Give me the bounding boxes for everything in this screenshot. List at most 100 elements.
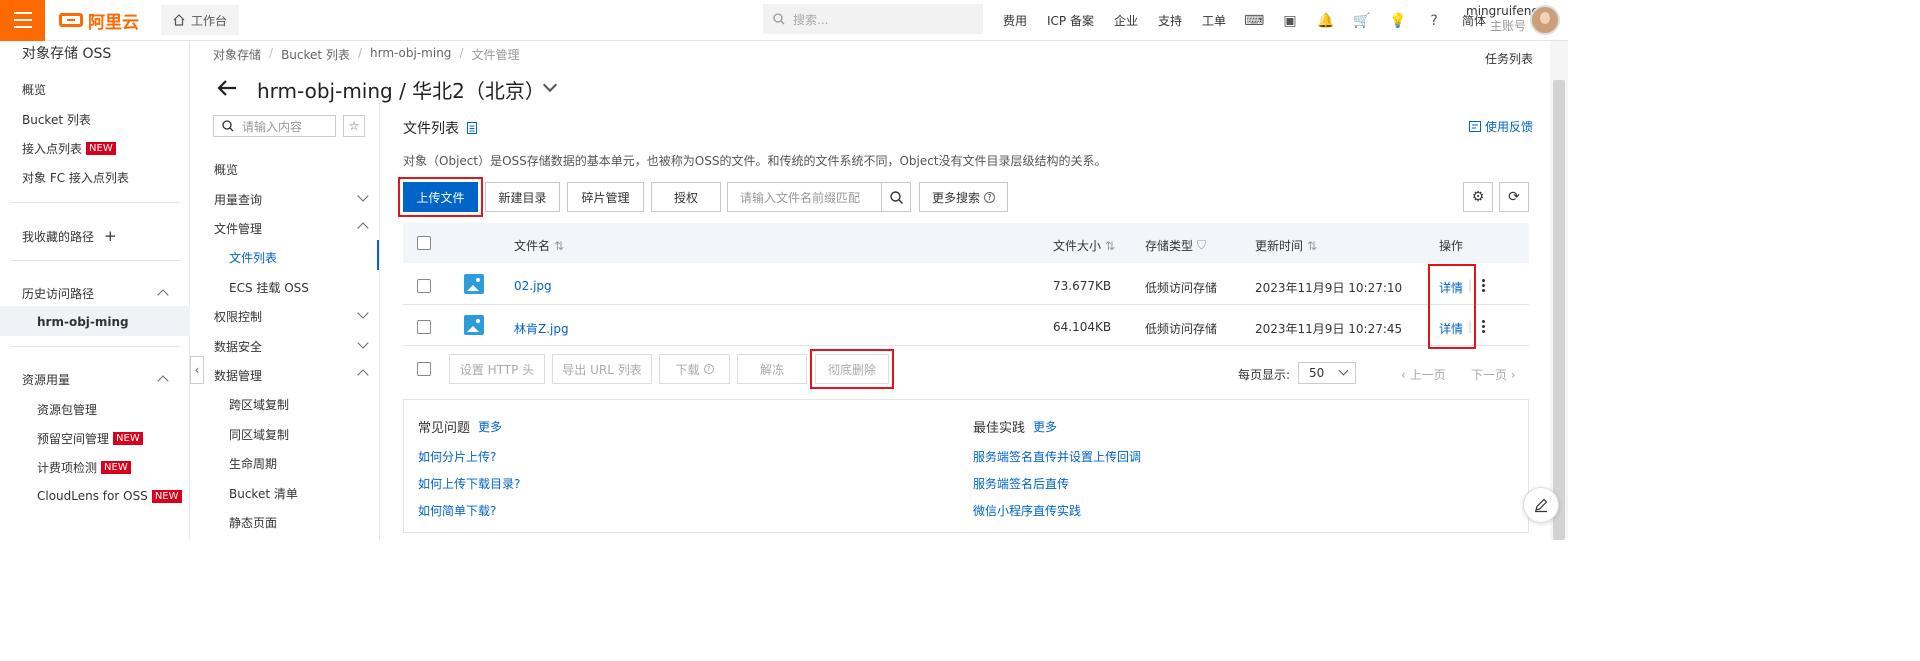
scrollbar-thumb[interactable] <box>1553 80 1565 540</box>
chevron-down-icon[interactable] <box>357 307 369 319</box>
file-name-link[interactable]: 林肯Z.jpg <box>514 320 569 337</box>
breadcrumb-item[interactable]: hrm-obj-ming <box>370 46 451 63</box>
sidebar-item-fc-access-points[interactable]: 对象 FC 接入点列表 <box>22 169 129 186</box>
sidebar-item-reserved-space[interactable]: 预留空间管理 NEW <box>37 430 143 447</box>
sidebar-item-overview[interactable]: 概览 <box>22 81 46 98</box>
refresh-button[interactable]: ⟳ <box>1499 182 1529 212</box>
header-storage[interactable]: 存储类型 ⛉ <box>1145 237 1206 254</box>
next-page-button[interactable]: 下一页 › <box>1471 366 1516 383</box>
sidebar-item-access-points[interactable]: 接入点列表 NEW <box>22 140 116 157</box>
subnav-item-data-mgmt[interactable]: 数据管理 <box>214 367 262 384</box>
nav-support[interactable]: 支持 <box>1158 12 1182 29</box>
collapse-sidebar-button[interactable]: ‹ <box>190 356 204 384</box>
history-section[interactable]: 历史访问路径 <box>22 285 94 302</box>
nav-enterprise[interactable]: 企业 <box>1114 12 1138 29</box>
file-name-link[interactable]: 02.jpg <box>514 279 552 293</box>
subnav-item-usage[interactable]: 用量查询 <box>214 191 262 208</box>
select-all-checkbox[interactable] <box>417 236 431 250</box>
code-icon[interactable]: ⌨ <box>1244 13 1264 29</box>
faq-more-link[interactable]: 更多 <box>478 418 502 435</box>
history-item-hrm-obj-ming[interactable]: hrm-obj-ming <box>37 315 129 329</box>
subnav-search-input[interactable]: 请输入内容 <box>213 115 336 137</box>
best-practice-link[interactable]: 服务端签名后直传 <box>973 475 1069 492</box>
header-size[interactable]: 文件大小 ⇅ <box>1053 237 1115 254</box>
unfreeze-button[interactable]: 解冻 <box>737 354 807 384</box>
chevron-down-icon[interactable] <box>542 77 558 93</box>
breadcrumb-item[interactable]: 对象存储 <box>213 46 261 63</box>
chevron-up-icon[interactable] <box>357 369 369 381</box>
menu-icon[interactable] <box>0 0 45 41</box>
subnav-item-ecs-mount[interactable]: ECS 挂载 OSS <box>229 279 309 296</box>
settings-button[interactable]: ⚙ <box>1463 182 1493 212</box>
header-filename[interactable]: 文件名 ⇅ <box>514 237 564 254</box>
subnav-item-file-mgmt[interactable]: 文件管理 <box>214 220 262 237</box>
bulk-select-checkbox[interactable] <box>417 362 431 376</box>
subnav-item-overview[interactable]: 概览 <box>214 161 238 178</box>
faq-link[interactable]: 如何上传下载目录? <box>418 475 520 492</box>
more-actions-icon[interactable] <box>1482 279 1486 294</box>
upload-file-button[interactable]: 上传文件 <box>403 182 478 212</box>
resources-section[interactable]: 资源用量 <box>22 371 70 388</box>
sidebar-item-resource-packages[interactable]: 资源包管理 <box>37 401 97 418</box>
nav-billing[interactable]: 费用 <box>1003 12 1027 29</box>
export-url-list-button[interactable]: 导出 URL 列表 <box>552 354 652 384</box>
breadcrumb-item[interactable]: Bucket 列表 <box>281 46 350 63</box>
filter-icon[interactable]: ⛉ <box>1197 238 1206 253</box>
subnav-item-cross-region[interactable]: 跨区域复制 <box>229 396 289 413</box>
new-directory-button[interactable]: 新建目录 <box>485 182 560 212</box>
chevron-down-icon[interactable] <box>357 190 369 202</box>
sort-icon[interactable]: ⇅ <box>1307 239 1317 253</box>
fragment-management-button[interactable]: 碎片管理 <box>567 182 644 212</box>
workbench-button[interactable]: 工作台 <box>161 5 240 35</box>
chevron-down-icon[interactable] <box>357 337 369 349</box>
chevron-up-icon[interactable] <box>357 222 369 234</box>
feedback-link[interactable]: 使用反馈 <box>1469 118 1533 135</box>
sidebar-item-billing-check[interactable]: 计费项检测 NEW <box>37 459 131 476</box>
subnav-item-lifecycle[interactable]: 生命周期 <box>229 455 277 472</box>
per-page-select[interactable]: 50 <box>1298 362 1356 384</box>
avatar[interactable] <box>1530 5 1560 35</box>
user-info[interactable]: mingruifeng 主账号 <box>1466 4 1539 34</box>
header-updated[interactable]: 更新时间 ⇅ <box>1255 237 1317 254</box>
faq-link[interactable]: 如何分片上传? <box>418 448 496 465</box>
global-search-input[interactable]: 搜索... <box>763 4 983 34</box>
chevron-up-icon[interactable] <box>157 375 169 387</box>
sidebar-item-cloudlens[interactable]: CloudLens for OSS NEW <box>37 489 182 503</box>
subnav-item-inventory[interactable]: Bucket 清单 <box>229 485 298 502</box>
more-actions-icon[interactable] <box>1482 320 1486 335</box>
plus-icon[interactable]: + <box>104 227 117 245</box>
sort-icon[interactable]: ⇅ <box>554 239 564 253</box>
lightbulb-icon[interactable]: 💡 <box>1389 13 1406 29</box>
subnav-item-file-list[interactable]: 文件列表 <box>229 249 277 266</box>
row-checkbox[interactable] <box>417 320 431 334</box>
cart-icon[interactable]: 🛒 <box>1353 13 1370 29</box>
bell-icon[interactable]: 🔔 <box>1317 13 1334 29</box>
file-prefix-search-input[interactable]: 请输入文件名前缀匹配 <box>727 182 882 212</box>
subnav-item-static-page[interactable]: 静态页面 <box>229 514 277 531</box>
aliyun-logo[interactable]: 阿里云 <box>59 8 139 33</box>
best-practice-more-link[interactable]: 更多 <box>1033 418 1057 435</box>
subnav-item-permission[interactable]: 权限控制 <box>214 308 262 325</box>
best-practice-link[interactable]: 微信小程序直传实践 <box>973 502 1081 519</box>
row-checkbox[interactable] <box>417 279 431 293</box>
subnav-item-data-security[interactable]: 数据安全 <box>214 338 262 355</box>
permanent-delete-button[interactable]: 彻底删除 <box>815 354 889 384</box>
sort-icon[interactable]: ⇅ <box>1105 239 1115 253</box>
sidebar-item-bucket-list[interactable]: Bucket 列表 <box>22 111 91 128</box>
nav-icp[interactable]: ICP 备案 <box>1047 12 1094 29</box>
star-icon[interactable]: ☆ <box>343 115 365 137</box>
terminal-icon[interactable]: ▣ <box>1282 13 1298 29</box>
prev-page-button[interactable]: ‹ 上一页 <box>1401 366 1446 383</box>
task-list-link[interactable]: 任务列表 <box>1485 50 1533 67</box>
chevron-up-icon[interactable] <box>157 289 169 301</box>
download-button[interactable]: 下载? <box>659 354 730 384</box>
favorites-section[interactable]: 我收藏的路径 + <box>22 227 117 245</box>
more-search-button[interactable]: 更多搜索 ? <box>919 182 1008 212</box>
help-icon[interactable]: ? <box>1426 13 1442 29</box>
nav-ticket[interactable]: 工单 <box>1202 12 1226 29</box>
faq-link[interactable]: 如何简单下载? <box>418 502 496 519</box>
set-http-header-button[interactable]: 设置 HTTP 头 <box>449 354 545 384</box>
subnav-item-same-region[interactable]: 同区域复制 <box>229 426 289 443</box>
back-arrow-icon[interactable] <box>216 77 238 99</box>
best-practice-link[interactable]: 服务端签名直传并设置上传回调 <box>973 448 1141 465</box>
